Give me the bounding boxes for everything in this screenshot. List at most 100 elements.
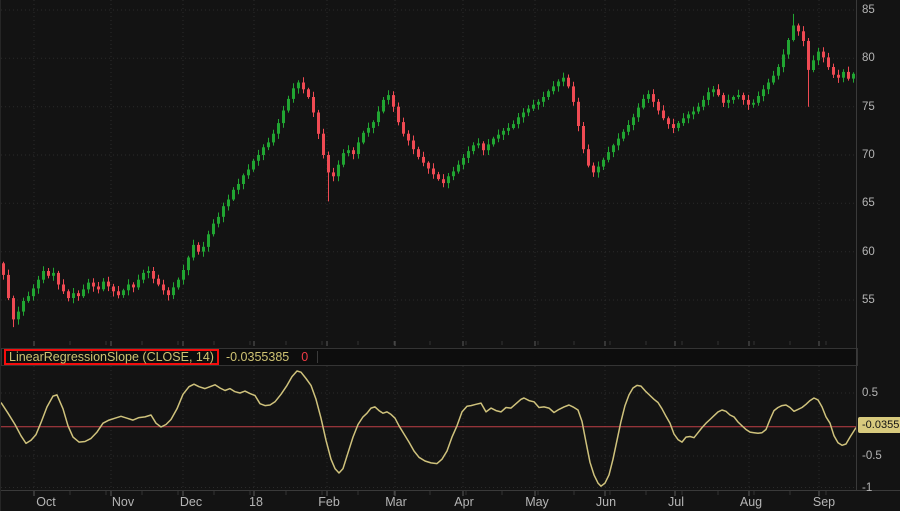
time-tick-label-18: 18 xyxy=(249,495,263,509)
candle-body xyxy=(612,145,615,152)
candle-body xyxy=(117,291,120,295)
candle-body xyxy=(627,125,630,132)
time-tick-label-jun: Jun xyxy=(596,495,616,509)
candlestick-chart[interactable] xyxy=(1,0,856,340)
candle-body xyxy=(377,112,380,123)
candle-body xyxy=(807,41,810,70)
linear-regression-slope-plot[interactable] xyxy=(1,366,856,490)
candle-body xyxy=(252,161,255,170)
candle-body xyxy=(317,113,320,134)
time-tick-label-may: May xyxy=(525,495,549,509)
candle-body xyxy=(492,139,495,145)
candle-body xyxy=(777,67,780,76)
candle-body xyxy=(582,126,585,149)
candle-body xyxy=(617,139,620,146)
candle-body xyxy=(657,102,660,111)
candle-body xyxy=(42,271,45,280)
candle-body xyxy=(197,245,200,252)
candle-body xyxy=(292,88,295,99)
candle-body xyxy=(692,112,695,115)
candle-body xyxy=(502,131,505,135)
candle-body xyxy=(737,95,740,97)
candle-body xyxy=(517,117,520,124)
candle-body xyxy=(637,108,640,118)
time-axis[interactable]: OctNovDec18FebMarAprMayJunJulAugSep xyxy=(1,490,900,511)
candle-body xyxy=(87,283,90,290)
candle-body xyxy=(207,234,210,247)
indicator-pane[interactable] xyxy=(1,366,856,490)
candle-body xyxy=(772,76,775,83)
candle-body xyxy=(287,99,290,111)
price-tick-label: 80 xyxy=(862,52,875,64)
indicator-zero-value: 0 xyxy=(301,350,308,364)
candle-body xyxy=(552,86,555,91)
candle-body xyxy=(697,107,700,112)
candle-body xyxy=(452,171,455,176)
candle-body xyxy=(792,26,795,41)
candle-body xyxy=(592,166,595,173)
candle-body xyxy=(212,224,215,235)
candle-body xyxy=(102,282,105,290)
candle-body xyxy=(187,258,190,271)
candle-body xyxy=(37,280,40,289)
candle-body xyxy=(487,144,490,150)
candle-body xyxy=(327,155,330,172)
candle-body xyxy=(67,291,70,298)
candle-body xyxy=(632,117,635,125)
candle-body xyxy=(142,273,145,280)
pane-separator[interactable] xyxy=(1,340,856,348)
candle-body xyxy=(782,55,785,68)
slope-line xyxy=(1,371,856,486)
candle-body xyxy=(572,86,575,102)
candle-body xyxy=(247,170,250,176)
candle-body xyxy=(757,96,760,103)
candle-body xyxy=(542,97,545,102)
candle-body xyxy=(747,100,750,105)
candle-body xyxy=(717,89,720,95)
candle-body xyxy=(382,100,385,112)
candle-body xyxy=(147,271,150,273)
indicator-value-badge: -0.0355 xyxy=(858,417,900,433)
candle-body xyxy=(107,282,110,287)
candle-body xyxy=(622,132,625,139)
candle-body xyxy=(672,124,675,128)
candle-body xyxy=(167,290,170,295)
candle-body xyxy=(422,157,425,163)
separator-ticks xyxy=(1,340,856,348)
price-axis[interactable]: -0.0355 858075706560550.5-0.5-1 xyxy=(856,0,900,490)
candle-body xyxy=(92,283,95,287)
price-pane[interactable] xyxy=(1,0,856,340)
candle-body xyxy=(297,83,300,89)
candle-body xyxy=(242,175,245,184)
candle-body xyxy=(532,105,535,109)
candle-body xyxy=(302,83,305,90)
candle-body xyxy=(192,245,195,258)
candle-body xyxy=(372,122,375,128)
candle-body xyxy=(762,89,765,96)
time-tick-label-apr: Apr xyxy=(454,495,473,509)
candle-body xyxy=(742,95,745,100)
time-tick-label-nov: Nov xyxy=(112,495,134,509)
time-tick-label-mar: Mar xyxy=(385,495,407,509)
time-axis-ticks xyxy=(1,491,900,497)
candle-body xyxy=(642,99,645,108)
candle-body xyxy=(687,114,690,118)
candle-body xyxy=(307,89,310,97)
candle-body xyxy=(457,165,460,172)
candle-body xyxy=(137,280,140,288)
candle-body xyxy=(567,78,570,87)
candle-body xyxy=(2,263,5,275)
indicator-title-highlight-box[interactable]: LinearRegressionSlope (CLOSE, 14) xyxy=(4,349,219,365)
candle-body xyxy=(162,285,165,291)
candle-body xyxy=(202,247,205,252)
candle-body xyxy=(402,122,405,134)
candle-body xyxy=(62,285,65,292)
candle-body xyxy=(52,273,55,276)
candle-body xyxy=(677,123,680,128)
candle-body xyxy=(127,285,130,291)
candle-body xyxy=(282,111,285,124)
candle-body xyxy=(812,60,815,70)
candle-body xyxy=(332,172,335,176)
candle-body xyxy=(752,103,755,105)
candle-body xyxy=(652,94,655,102)
